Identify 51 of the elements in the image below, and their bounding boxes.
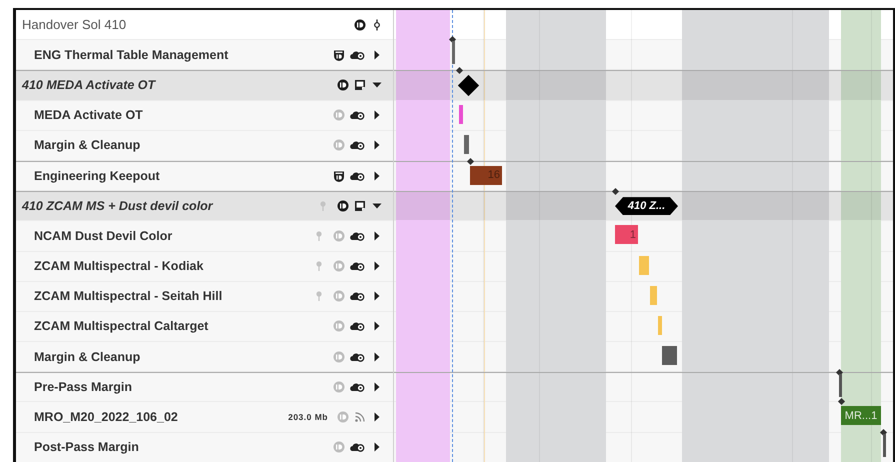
- timeline-title: Handover Sol 410: [22, 17, 128, 32]
- activity-bar[interactable]: [662, 346, 677, 366]
- cloud-icon: [350, 170, 366, 182]
- caret-right-icon: [372, 412, 382, 422]
- cloud-icon: [350, 350, 366, 363]
- cloud-icon: [350, 290, 366, 302]
- cloud-icon: [350, 109, 366, 122]
- note-icon: [354, 200, 366, 212]
- caret-right-icon: [372, 110, 382, 120]
- activity-label: Margin & Cleanup: [33, 350, 142, 364]
- shield-badge-icon: [333, 48, 345, 61]
- activity-bar[interactable]: 1: [615, 225, 638, 244]
- cloud-icon: [350, 230, 366, 242]
- activity-bar[interactable]: MR...1: [841, 406, 881, 426]
- activity-label: Pre-Pass Margin: [33, 380, 133, 394]
- feed-icon: [354, 411, 366, 424]
- group-flag[interactable]: 410 Z...: [615, 197, 678, 216]
- caret-right-icon: [372, 382, 382, 392]
- activity-label: ZCAM Multispectral - Kodiak: [33, 259, 204, 274]
- caret-right-icon: [372, 140, 382, 150]
- activity-bar[interactable]: [459, 104, 463, 124]
- group-label: 410 ZCAM MS + Dust devil color: [22, 199, 214, 214]
- note-icon: [354, 79, 366, 92]
- cloud-icon: [350, 260, 366, 272]
- caret-right-icon: [372, 442, 382, 452]
- activity-label: MRO_M20_2022_106_02: [33, 410, 179, 424]
- cloud-icon: [350, 381, 366, 394]
- activity-label: NCAM Dust Devil Color: [33, 228, 174, 243]
- branch-icon: [371, 18, 383, 31]
- activity-label: ZCAM Multispectral - Seitah Hill: [33, 289, 224, 304]
- caret-right-icon: [372, 352, 382, 362]
- cloud-icon: [350, 441, 366, 454]
- cloud-icon: [350, 48, 366, 61]
- activity-label: ZCAM Multispectral Caltarget: [33, 319, 210, 334]
- activity-label: Engineering Keepout: [33, 169, 161, 184]
- activity-label: MEDA Activate OT: [33, 108, 144, 122]
- caret-right-icon: [372, 291, 382, 302]
- caret-right-icon: [372, 261, 382, 272]
- caret-right-icon: [372, 321, 382, 332]
- cloud-icon: [350, 139, 366, 152]
- activity-label: ENG Thermal Table Management: [33, 48, 230, 62]
- caret-right-icon: [372, 171, 382, 182]
- activity-label: Margin & Cleanup: [33, 138, 142, 152]
- shield-badge-icon: [333, 170, 345, 182]
- caret-right-icon: [372, 50, 382, 60]
- file-size: 203.0 Mb: [288, 412, 328, 422]
- cloud-icon: [350, 320, 366, 332]
- activity-label: Post-Pass Margin: [33, 440, 140, 454]
- activity-bar[interactable]: [464, 134, 469, 154]
- group-label: 410 MEDA Activate OT: [22, 78, 157, 92]
- caret-right-icon: [372, 230, 382, 241]
